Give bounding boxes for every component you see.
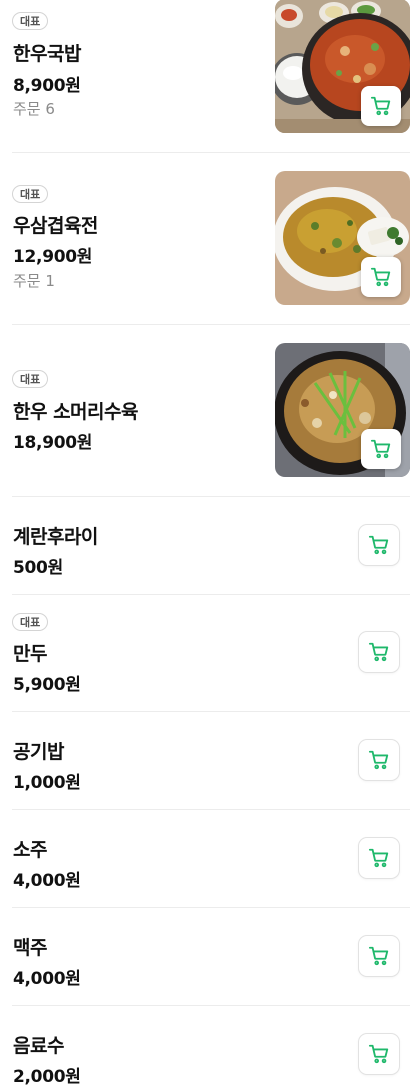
- signature-badge: 대표: [12, 613, 49, 631]
- add-to-cart-button[interactable]: [359, 525, 399, 565]
- item-name: 한우국밥: [13, 43, 81, 65]
- item-price: 2,000원: [13, 1067, 81, 1087]
- item-name: 맥주: [13, 937, 47, 959]
- item-name: 만두: [13, 643, 47, 665]
- add-to-cart-button[interactable]: [361, 257, 401, 297]
- menu-item-fried-egg[interactable]: 계란후라이 500원: [0, 497, 415, 594]
- menu-item-rice[interactable]: 공기밥 1,000원: [0, 712, 415, 809]
- add-to-cart-button[interactable]: [359, 740, 399, 780]
- item-name: 공기밥: [13, 741, 64, 763]
- cart-icon: [368, 534, 390, 556]
- signature-badge: 대표: [12, 370, 49, 388]
- item-price: 500원: [13, 558, 63, 578]
- item-name: 한우 소머리수육: [13, 401, 138, 423]
- cart-icon: [370, 95, 392, 117]
- menu-item-suyuk[interactable]: 대표 한우 소머리수육 18,900원: [0, 325, 415, 496]
- menu-item-beverage[interactable]: 음료수 2,000원: [0, 1006, 415, 1087]
- menu-item-beer[interactable]: 맥주 4,000원: [0, 908, 415, 1005]
- add-to-cart-button[interactable]: [361, 429, 401, 469]
- cart-icon: [368, 847, 390, 869]
- item-name: 음료수: [13, 1035, 64, 1057]
- menu-list: 대표 한우국밥 8,900원 주문 6 대표 우삼겹육전 12,900원 주문 …: [0, 0, 415, 1087]
- menu-item-yukjeon[interactable]: 대표 우삼겹육전 12,900원 주문 1: [0, 153, 415, 324]
- item-price: 5,900원: [13, 675, 81, 695]
- menu-item-soju[interactable]: 소주 4,000원: [0, 810, 415, 907]
- item-name: 우삼겹육전: [13, 215, 98, 237]
- item-price: 4,000원: [13, 969, 81, 989]
- item-price: 12,900원: [13, 247, 93, 267]
- add-to-cart-button[interactable]: [359, 936, 399, 976]
- item-name: 계란후라이: [13, 526, 98, 548]
- add-to-cart-button[interactable]: [359, 632, 399, 672]
- add-to-cart-button[interactable]: [359, 1034, 399, 1074]
- item-price: 8,900원: [13, 76, 81, 96]
- item-order-count: 주문 6: [13, 100, 55, 118]
- cart-icon: [368, 945, 390, 967]
- item-price: 1,000원: [13, 773, 81, 793]
- menu-item-gukbap[interactable]: 대표 한우국밥 8,900원 주문 6: [0, 0, 415, 152]
- item-order-count: 주문 1: [13, 272, 55, 290]
- signature-badge: 대표: [12, 185, 49, 203]
- item-name: 소주: [13, 839, 47, 861]
- cart-icon: [368, 641, 390, 663]
- item-price: 4,000원: [13, 871, 81, 891]
- cart-icon: [370, 438, 392, 460]
- cart-icon: [370, 266, 392, 288]
- cart-icon: [368, 749, 390, 771]
- signature-badge: 대표: [12, 12, 49, 30]
- cart-icon: [368, 1043, 390, 1065]
- add-to-cart-button[interactable]: [361, 86, 401, 126]
- add-to-cart-button[interactable]: [359, 838, 399, 878]
- item-price: 18,900원: [13, 433, 93, 453]
- menu-item-dumpling[interactable]: 대표 만두 5,900원: [0, 595, 415, 711]
